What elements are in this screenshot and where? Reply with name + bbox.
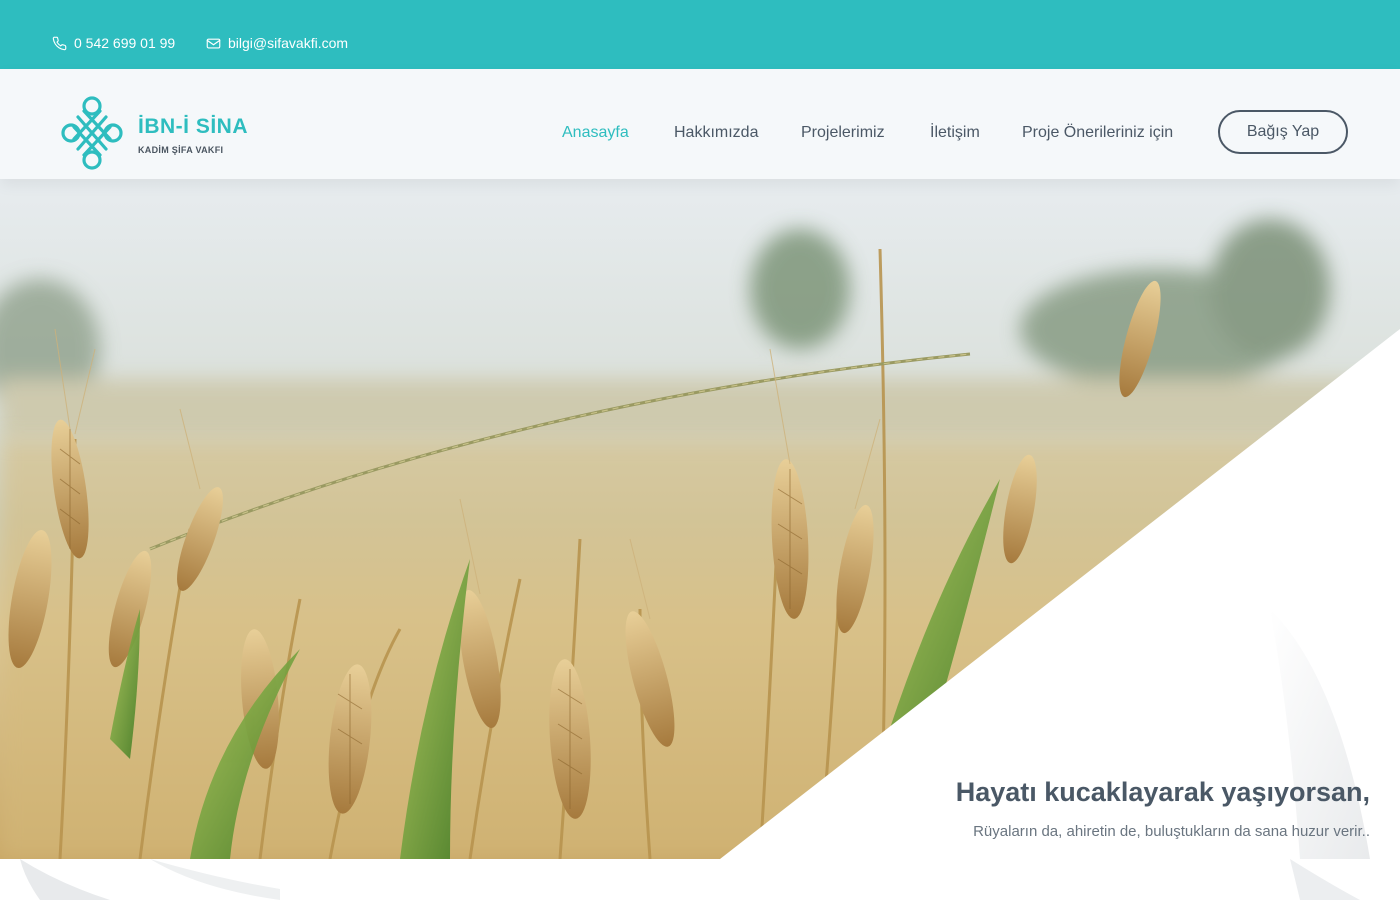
hero-subtitle: Rüyaların da, ahiretin de, buluştukların… — [973, 823, 1370, 840]
nav-item-anasayfa[interactable]: Anasayfa — [562, 124, 629, 142]
brand-logo[interactable]: İBN-İ SİNA KADİM ŞİFA VAKFI — [60, 93, 248, 173]
mail-icon — [206, 38, 221, 48]
wheat-field-image — [0, 179, 1400, 859]
brand-text: İBN-İ SİNA KADİM ŞİFA VAKFI — [138, 115, 248, 155]
brand-title: İBN-İ SİNA — [138, 115, 248, 138]
phone-number: 0 542 699 01 99 — [74, 35, 176, 51]
decorative-swoosh — [20, 859, 1360, 900]
section-divider — [0, 859, 1400, 900]
phone-icon — [52, 36, 67, 50]
email-contact[interactable]: bilgi@sifavakfi.com — [206, 35, 348, 51]
hero-banner: Hayatı kucaklayarak yaşıyorsan, Rüyaları… — [0, 179, 1400, 859]
nav-item-iletisim[interactable]: İletişim — [930, 124, 980, 142]
brand-subtitle: KADİM ŞİFA VAKFI — [138, 145, 224, 155]
phone-contact[interactable]: 0 542 699 01 99 — [52, 35, 175, 51]
site-header: İBN-İ SİNA KADİM ŞİFA VAKFI Anasayfa Hak… — [0, 69, 1400, 179]
knot-logo-icon — [61, 96, 123, 170]
top-contact-bar: 0 542 699 01 99 bilgi@sifavakfi.com — [0, 0, 1400, 69]
nav-item-hakkimizda[interactable]: Hakkımızda — [674, 124, 758, 142]
donate-button[interactable]: Bağış Yap — [1218, 110, 1348, 154]
nav-item-proje-onerileri[interactable]: Proje Önerileriniz için — [1022, 124, 1173, 142]
email-address: bilgi@sifavakfi.com — [228, 35, 349, 51]
hero-title: Hayatı kucaklayarak yaşıyorsan, — [955, 777, 1370, 807]
nav-item-projelerimiz[interactable]: Projelerimiz — [801, 124, 885, 142]
